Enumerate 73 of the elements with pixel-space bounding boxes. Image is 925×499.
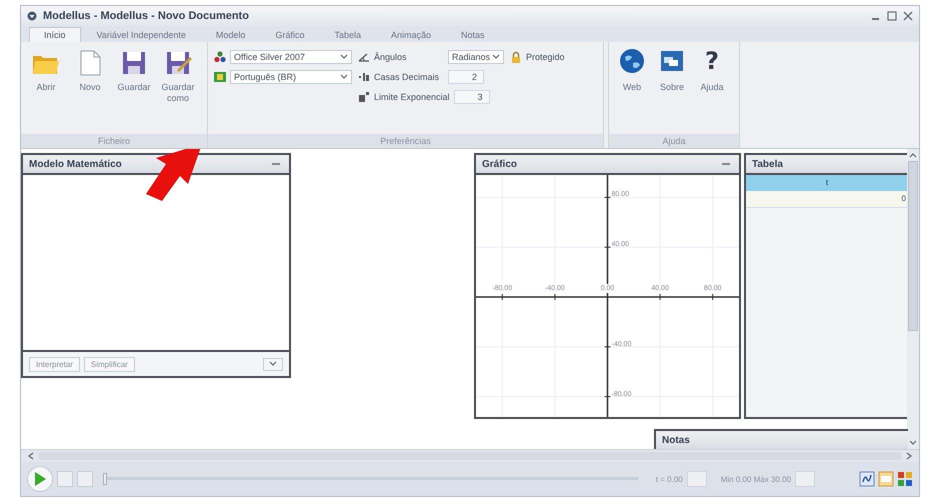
exponent-icon [358, 92, 370, 102]
scroll-left-icon [27, 452, 35, 460]
ribbon-tab[interactable]: Modelo [202, 28, 260, 42]
tiles-icon[interactable] [897, 471, 913, 487]
time-field[interactable] [686, 471, 707, 487]
ribbon-tab[interactable]: Início [29, 27, 81, 42]
ribbon-tab[interactable]: Tabela [320, 28, 375, 42]
angles-label: Ângulos [374, 52, 408, 62]
ribbon-button[interactable]: ? Ajuda [695, 48, 729, 134]
graph-view-icon[interactable] [859, 471, 875, 487]
chevron-down-icon [340, 74, 348, 80]
group-label: Ajuda [609, 134, 739, 148]
decimal-places-icon [358, 72, 370, 82]
close-icon[interactable] [903, 11, 913, 21]
flag-icon [214, 70, 226, 82]
model-button[interactable]: Simplificar [84, 356, 135, 372]
group-label: Preferências [208, 134, 603, 148]
ribbon-tab[interactable]: Notas [447, 28, 499, 42]
range-field[interactable] [795, 471, 815, 487]
time-readout: t = 0.00 [656, 474, 683, 484]
play-icon [33, 471, 47, 487]
table-cell: 0 [746, 191, 908, 208]
panel-title: Gráfico [482, 158, 518, 170]
minimize-icon [721, 162, 731, 166]
panel-title: Notas [662, 434, 690, 446]
panel-title: Tabela [752, 158, 783, 170]
ribbon-button[interactable]: Guardar [115, 48, 153, 134]
angle-icon [358, 52, 370, 62]
scroll-down-icon [909, 440, 917, 446]
ribbon-tab[interactable]: Gráfico [261, 28, 318, 42]
exponent-label: Limite Exponencial [374, 92, 450, 102]
ribbon-tab[interactable]: Animação [377, 28, 446, 42]
range-readout: Min 0.00 Máx 30.00 [720, 474, 791, 484]
theme-dropdown[interactable]: Office Silver 2007 [230, 50, 352, 64]
exponent-field[interactable]: 3 [454, 90, 490, 104]
window-icon [659, 48, 685, 74]
protected-button[interactable]: Protegido [526, 52, 565, 62]
globe-icon [619, 48, 645, 74]
decimals-field[interactable]: 2 [448, 70, 484, 84]
group-label: Ficheiro [21, 134, 207, 148]
ribbon-button[interactable]: Abrir [27, 48, 65, 134]
scroll-right-icon [905, 452, 913, 460]
ribbon-button[interactable]: Novo [71, 48, 109, 134]
play-button[interactable] [27, 466, 53, 492]
column-header[interactable]: t [746, 175, 908, 191]
ribbon-button[interactable]: Web [615, 48, 649, 134]
horizontal-scrollbar[interactable] [21, 449, 919, 462]
scroll-up-icon [909, 152, 917, 158]
decimals-label: Casas Decimais [374, 72, 440, 82]
step-button[interactable] [77, 471, 93, 487]
maximize-icon[interactable] [887, 11, 897, 21]
slider-thumb[interactable] [103, 473, 107, 485]
scroll-thumb[interactable] [908, 161, 918, 331]
pointer-arrow [146, 149, 203, 202]
model-button[interactable]: Interpretar [29, 356, 80, 372]
vertical-scrollbar[interactable] [907, 149, 919, 449]
dropdown-button[interactable] [263, 358, 283, 370]
ribbon-tab[interactable]: Variável Independente [82, 28, 200, 42]
color-dots-icon [214, 50, 226, 62]
ribbon-button[interactable]: Guardar como [159, 48, 197, 134]
ribbon-button[interactable]: Sobre [655, 48, 689, 134]
help-icon: ? [705, 48, 719, 74]
window-title: Modellus - Modellus - Novo Documento [43, 10, 249, 22]
app-icon [27, 11, 37, 21]
minimize-icon [271, 162, 281, 166]
angles-dropdown[interactable]: Radianos [448, 50, 504, 64]
language-dropdown[interactable]: Português (BR) [230, 70, 352, 84]
panel-title: Modelo Matemático [29, 158, 122, 170]
stop-button[interactable] [57, 471, 73, 487]
chevron-down-icon [269, 361, 277, 367]
chevron-down-icon [492, 54, 500, 60]
chevron-down-icon [340, 54, 348, 60]
lock-icon [510, 50, 522, 62]
